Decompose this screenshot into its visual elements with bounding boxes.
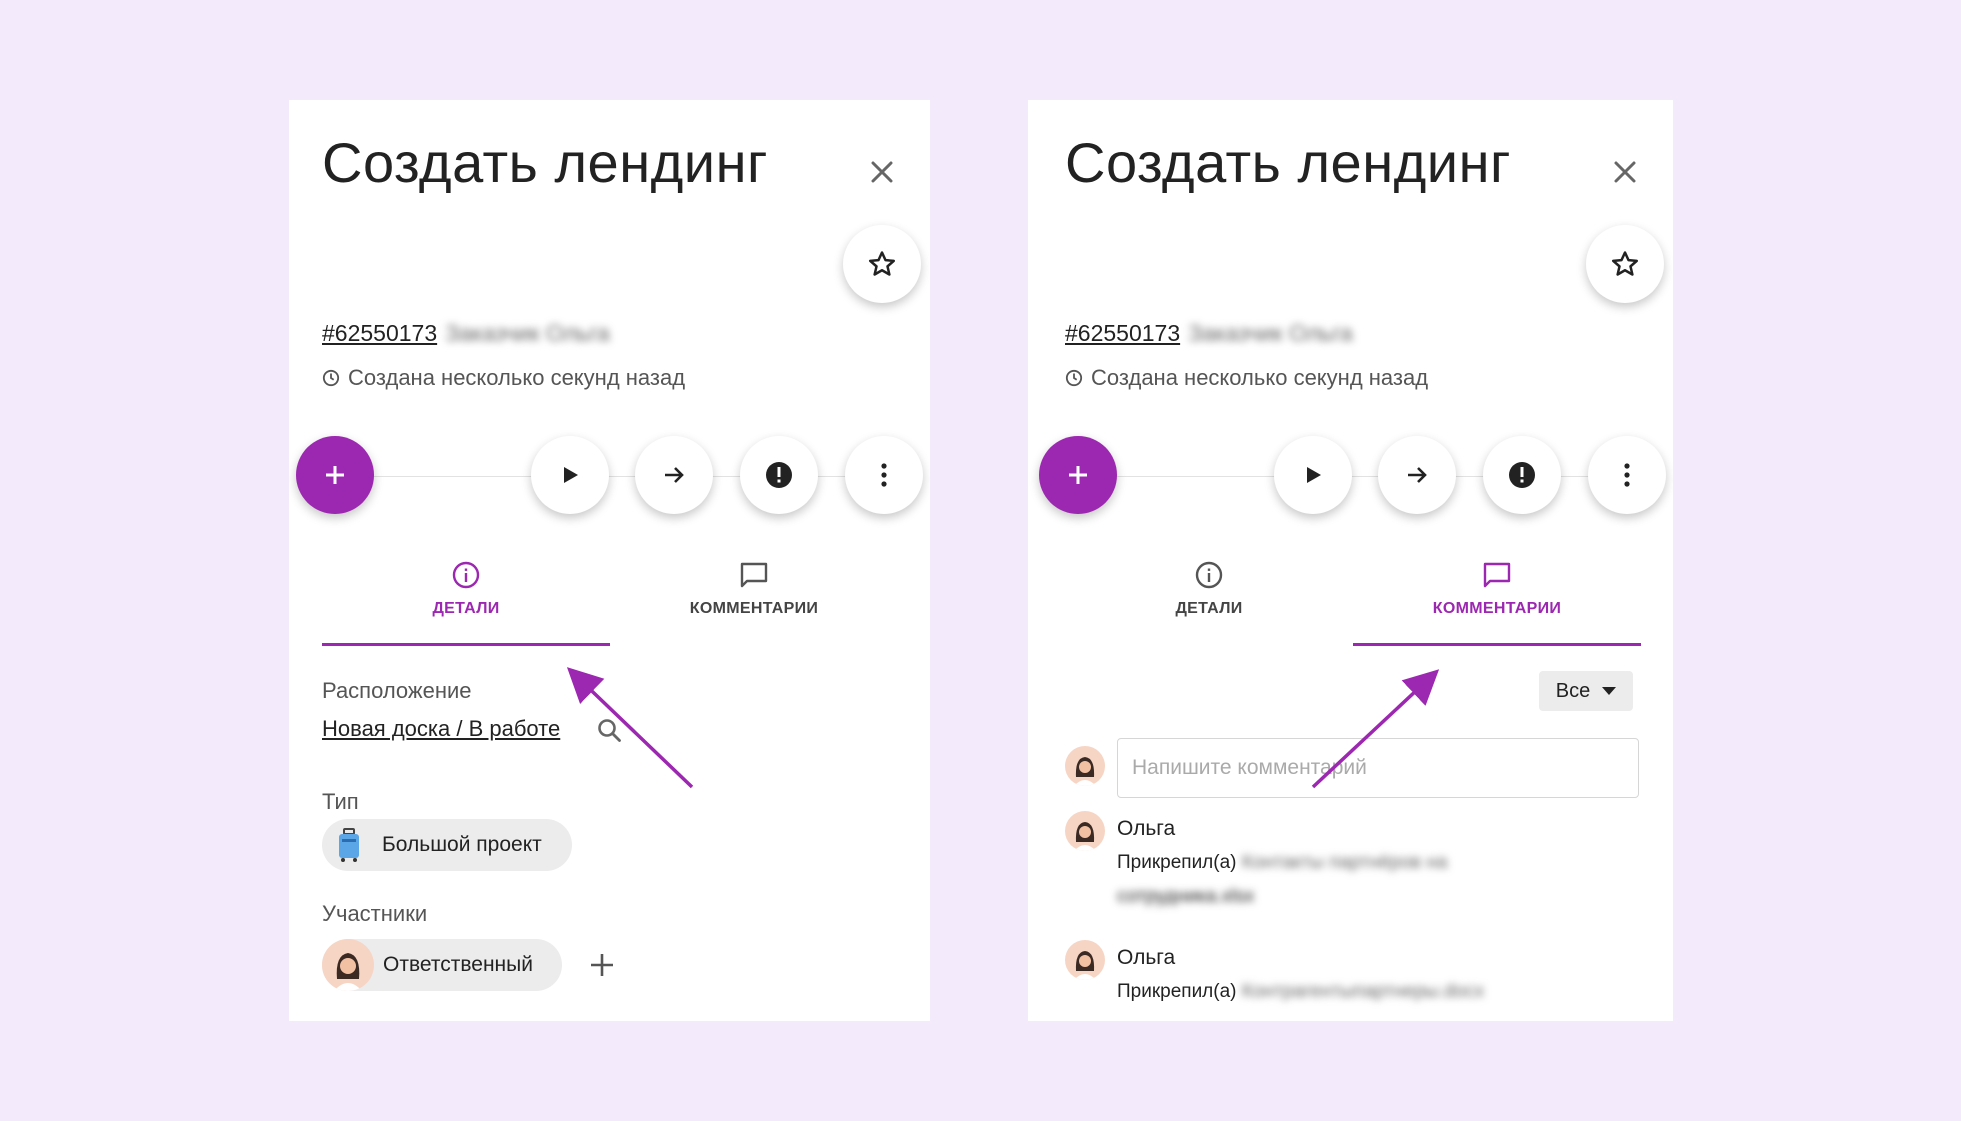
star-icon bbox=[869, 251, 895, 276]
comment-author: Ольга bbox=[1117, 817, 1176, 840]
avatar bbox=[1065, 811, 1105, 851]
close-icon[interactable] bbox=[1607, 154, 1643, 190]
type-label: Тип bbox=[322, 789, 359, 814]
star-icon bbox=[1612, 251, 1638, 276]
type-chip[interactable]: Большой проект bbox=[322, 819, 572, 871]
task-tabs: ДЕТАЛИ КОММЕНТАРИИ bbox=[1065, 560, 1641, 646]
task-id-line: #62550173 Заказчик Ольга bbox=[322, 320, 610, 347]
task-id-link[interactable]: #62550173 bbox=[322, 320, 437, 347]
suitcase-icon bbox=[339, 828, 359, 862]
task-title: Создать лендинг bbox=[322, 131, 768, 194]
add-participant-icon[interactable] bbox=[587, 950, 617, 980]
search-icon[interactable] bbox=[595, 716, 625, 746]
task-tabs: ДЕТАЛИ КОММЕНТАРИИ bbox=[322, 560, 898, 646]
forward-button[interactable] bbox=[1378, 436, 1456, 514]
favorite-button[interactable] bbox=[843, 225, 921, 303]
info-icon bbox=[452, 561, 480, 589]
attached-file-link-cont[interactable]: сотрудника.xlsx bbox=[1117, 886, 1254, 908]
avatar bbox=[322, 939, 374, 991]
forward-button[interactable] bbox=[635, 436, 713, 514]
clock-icon bbox=[1065, 369, 1083, 387]
task-author: Заказчик Ольга bbox=[1188, 320, 1353, 346]
more-button[interactable] bbox=[845, 436, 923, 514]
add-button[interactable] bbox=[1039, 436, 1117, 514]
comment-body: Прикрепил(а) Контрагентыпартнеры.docx bbox=[1117, 981, 1485, 1002]
more-vertical-icon bbox=[1624, 463, 1630, 487]
avatar bbox=[1065, 746, 1105, 786]
task-title: Создать лендинг bbox=[1065, 131, 1511, 194]
attached-file-link[interactable]: Контрагентыпартнеры.docx bbox=[1242, 981, 1484, 1002]
plus-icon bbox=[326, 466, 344, 484]
alert-icon bbox=[766, 462, 792, 488]
comment-body: Прикрепил(а) Контакты партнёров на bbox=[1117, 852, 1448, 873]
location-label: Расположение bbox=[322, 678, 472, 703]
arrow-right-icon bbox=[665, 467, 684, 483]
task-id-link[interactable]: #62550173 bbox=[1065, 320, 1180, 347]
clock-icon bbox=[322, 369, 340, 387]
priority-button[interactable] bbox=[1483, 436, 1561, 514]
info-icon bbox=[1195, 561, 1223, 589]
play-icon bbox=[1307, 467, 1321, 483]
alert-icon bbox=[1509, 462, 1535, 488]
comment-input[interactable]: Напишите комментарий bbox=[1117, 738, 1639, 798]
action-bar bbox=[1028, 436, 1673, 516]
created-time: Создана несколько секунд назад bbox=[1065, 365, 1428, 391]
created-time: Создана несколько секунд назад bbox=[322, 365, 685, 391]
participants-label: Участники bbox=[322, 901, 428, 926]
caret-down-icon bbox=[1602, 687, 1617, 695]
more-vertical-icon bbox=[881, 463, 887, 487]
favorite-button[interactable] bbox=[1586, 225, 1664, 303]
comment-icon bbox=[1483, 562, 1511, 588]
tab-comments[interactable]: КОММЕНТАРИИ bbox=[610, 560, 898, 646]
more-button[interactable] bbox=[1588, 436, 1666, 514]
task-id-line: #62550173 Заказчик Ольга bbox=[1065, 320, 1353, 347]
tab-details[interactable]: ДЕТАЛИ bbox=[1065, 560, 1353, 646]
play-button[interactable] bbox=[1274, 436, 1352, 514]
priority-button[interactable] bbox=[740, 436, 818, 514]
task-panel-details: Создать лендинг #62550173 Заказчик Ольга… bbox=[289, 100, 930, 1021]
comment-filter-select[interactable]: Все bbox=[1539, 671, 1633, 711]
play-icon bbox=[564, 467, 578, 483]
comment-author: Ольга bbox=[1117, 946, 1176, 969]
avatar bbox=[1065, 940, 1105, 980]
tab-details[interactable]: ДЕТАЛИ bbox=[322, 560, 610, 646]
location-link[interactable]: Новая доска / В работе bbox=[322, 716, 560, 742]
action-bar bbox=[289, 436, 930, 516]
comment-icon bbox=[740, 562, 768, 588]
task-panel-comments: Создать лендинг #62550173 Заказчик Ольга… bbox=[1028, 100, 1673, 1021]
attached-file-link[interactable]: Контакты партнёров на bbox=[1242, 852, 1448, 873]
task-author: Заказчик Ольга bbox=[445, 320, 610, 346]
plus-icon bbox=[1069, 466, 1087, 484]
play-button[interactable] bbox=[531, 436, 609, 514]
tab-comments[interactable]: КОММЕНТАРИИ bbox=[1353, 560, 1641, 646]
arrow-right-icon bbox=[1408, 467, 1427, 483]
close-icon[interactable] bbox=[864, 154, 900, 190]
add-button[interactable] bbox=[296, 436, 374, 514]
participant-chip[interactable]: Ответственный bbox=[322, 939, 562, 991]
